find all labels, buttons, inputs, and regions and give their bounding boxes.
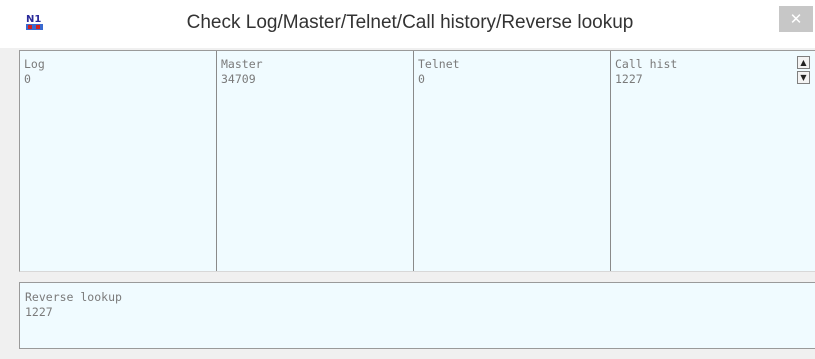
log-header: Log bbox=[24, 57, 45, 71]
n1mm-logo-icon: N1 bbox=[26, 12, 43, 31]
reverse-lookup-header: Reverse lookup bbox=[25, 290, 122, 304]
telnet-column: Telnet 0 bbox=[414, 51, 610, 271]
log-column: Log 0 bbox=[20, 51, 216, 271]
master-header: Master bbox=[221, 57, 263, 71]
reverse-lookup-panel: Reverse lookup 1227 bbox=[19, 282, 815, 349]
vertical-scrollbar[interactable]: ▲ ▼ bbox=[795, 51, 815, 271]
reverse-lookup-count: 1227 bbox=[25, 305, 53, 319]
window-title: Check Log/Master/Telnet/Call history/Rev… bbox=[186, 12, 634, 33]
counts-panel: Log 0 Master 34709 Telnet 0 Call hist 12… bbox=[19, 50, 815, 272]
arrow-down-icon[interactable]: ▼ bbox=[797, 71, 810, 84]
master-column: Master 34709 bbox=[217, 51, 413, 271]
close-button[interactable]: ✕ bbox=[779, 6, 813, 32]
title-bar[interactable]: N1 Check Log/Master/Telnet/Call history/… bbox=[0, 0, 815, 48]
telnet-count: 0 bbox=[418, 72, 425, 86]
call-history-header: Call hist bbox=[615, 57, 678, 71]
call-history-count: 1227 bbox=[615, 72, 643, 86]
master-count: 34709 bbox=[221, 72, 256, 86]
svg-text:N1: N1 bbox=[26, 14, 41, 25]
arrow-up-icon[interactable]: ▲ bbox=[797, 56, 810, 69]
check-log-window: N1 Check Log/Master/Telnet/Call history/… bbox=[0, 0, 815, 359]
log-count: 0 bbox=[24, 72, 31, 86]
telnet-header: Telnet bbox=[418, 57, 460, 71]
call-history-column: Call hist 1227 bbox=[611, 51, 791, 271]
